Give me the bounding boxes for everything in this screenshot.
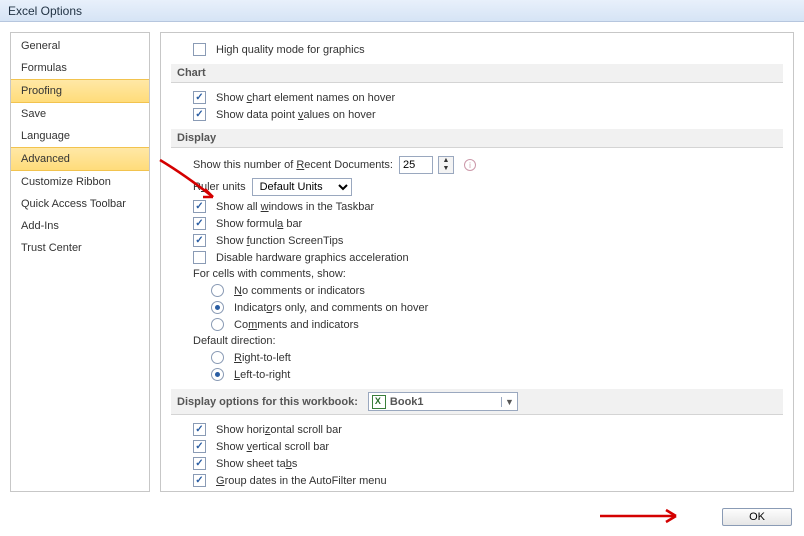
dialog-body: General Formulas Proofing Save Language … [0,22,804,502]
info-icon: i [464,159,476,171]
content-panel: High quality mode for graphics Chart Sho… [160,32,794,492]
label-show-tips: Show function ScreenTips [216,235,343,247]
chevron-down-icon: ▼ [501,397,514,407]
radio-indicators-only[interactable] [211,301,224,314]
ok-button[interactable]: OK [722,508,792,526]
label-chart-names: Show chart element names on hover [216,92,395,104]
sidebar-item-advanced[interactable]: Advanced [11,147,149,171]
section-display: Display [171,129,783,148]
label-show-formula: Show formula bar [216,218,302,230]
annotation-arrow-2 [598,504,688,528]
checkbox-disable-hw[interactable] [193,251,206,264]
checkbox-vscroll[interactable] [193,440,206,453]
checkbox-group-dates[interactable] [193,474,206,487]
sidebar-item-proofing[interactable]: Proofing [11,79,149,103]
sidebar-item-customize-ribbon[interactable]: Customize Ribbon [11,171,149,193]
sidebar-item-quick-access[interactable]: Quick Access Toolbar [11,193,149,215]
label-no-comments: No comments or indicators [234,285,365,297]
excel-icon [372,395,386,409]
label-indicators-only: Indicators only, and comments on hover [234,302,428,314]
label-high-quality: High quality mode for graphics [216,44,365,56]
sidebar: General Formulas Proofing Save Language … [10,32,150,492]
label-comments-and: Comments and indicators [234,319,359,331]
sidebar-item-formulas[interactable]: Formulas [11,57,149,79]
label-chart-values: Show data point values on hover [216,109,376,121]
label-cells-comments: For cells with comments, show: [193,268,346,280]
label-for-objects: For objects, show: [193,491,282,492]
checkbox-show-formula[interactable] [193,217,206,230]
checkbox-show-tips[interactable] [193,234,206,247]
dialog-title: Excel Options [8,4,82,18]
select-ruler-units[interactable]: Default Units [252,178,352,196]
sidebar-item-general[interactable]: General [11,35,149,57]
label-sheet-tabs: Show sheet tabs [216,458,297,470]
checkbox-show-windows[interactable] [193,200,206,213]
label-recent-docs: Show this number of Recent Documents: [193,159,393,171]
section-workbook: Display options for this workbook: Book1… [171,389,783,415]
label-group-dates: Group dates in the AutoFilter menu [216,475,387,487]
checkbox-sheet-tabs[interactable] [193,457,206,470]
radio-no-comments[interactable] [211,284,224,297]
radio-comments-and[interactable] [211,318,224,331]
titlebar: Excel Options [0,0,804,22]
spinner-recent-docs[interactable]: ▲▼ [438,156,454,174]
section-chart: Chart [171,64,783,83]
sidebar-item-language[interactable]: Language [11,125,149,147]
radio-ltr[interactable] [211,368,224,381]
select-workbook[interactable]: Book1 ▼ [368,392,518,411]
checkbox-chart-names[interactable] [193,91,206,104]
input-recent-docs[interactable] [399,156,433,174]
label-default-dir: Default direction: [193,335,276,347]
checkbox-chart-values[interactable] [193,108,206,121]
label-ruler-units: Ruler units [193,181,246,193]
label-vscroll: Show vertical scroll bar [216,441,329,453]
label-rtl: Right-to-left [234,352,291,364]
sidebar-item-trust-center[interactable]: Trust Center [11,237,149,259]
radio-rtl[interactable] [211,351,224,364]
label-ltr: Left-to-right [234,369,290,381]
label-disable-hw: Disable hardware graphics acceleration [216,252,409,264]
dialog-footer: OK [722,502,792,532]
label-hscroll: Show horizontal scroll bar [216,424,342,436]
checkbox-high-quality[interactable] [193,43,206,56]
sidebar-item-addins[interactable]: Add-Ins [11,215,149,237]
checkbox-hscroll[interactable] [193,423,206,436]
sidebar-item-save[interactable]: Save [11,103,149,125]
label-show-windows: Show all windows in the Taskbar [216,201,374,213]
